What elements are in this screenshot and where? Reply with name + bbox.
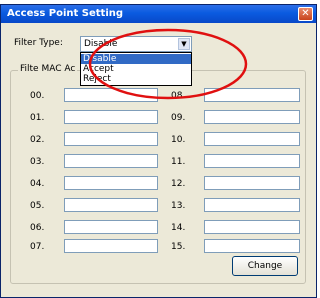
- mac-label-09: 09.: [171, 113, 186, 123]
- filter-mac-group-legend: Filte MAC Ac: [18, 64, 78, 74]
- mac-field-12[interactable]: [204, 176, 300, 190]
- mac-label-13: 13.: [171, 201, 186, 211]
- filter-type-label: Filter Type:: [14, 38, 63, 48]
- title-bar[interactable]: Access Point Setting ✕: [1, 5, 316, 23]
- mac-field-10[interactable]: [204, 132, 300, 146]
- mac-label-03: 03.: [30, 157, 45, 167]
- mac-label-00: 00.: [30, 91, 45, 101]
- chevron-down-icon[interactable]: ▼: [178, 38, 190, 50]
- mac-field-09[interactable]: [204, 110, 300, 124]
- mac-field-04[interactable]: [64, 176, 158, 190]
- mac-field-03[interactable]: [64, 154, 158, 168]
- mac-label-10: 10.: [171, 135, 186, 145]
- mac-field-05[interactable]: [64, 198, 158, 212]
- mac-label-04: 04.: [30, 179, 45, 189]
- filter-type-value: Disable: [84, 39, 118, 49]
- mac-label-14: 14.: [171, 223, 186, 233]
- mac-field-06[interactable]: [64, 220, 158, 234]
- mac-label-15: 15.: [171, 242, 186, 252]
- close-icon: ✕: [301, 8, 310, 19]
- option-accept[interactable]: Accept: [81, 64, 191, 74]
- mac-field-11[interactable]: [204, 154, 300, 168]
- mac-field-07[interactable]: [64, 239, 158, 253]
- mac-label-02: 02.: [30, 135, 45, 145]
- mac-label-08: 08.: [171, 91, 186, 101]
- mac-label-07: 07.: [30, 242, 45, 252]
- mac-label-12: 12.: [171, 179, 186, 189]
- change-button[interactable]: Change: [232, 256, 298, 276]
- mac-field-02[interactable]: [64, 132, 158, 146]
- mac-field-00[interactable]: [64, 88, 158, 102]
- mac-field-13[interactable]: [204, 198, 300, 212]
- close-button[interactable]: ✕: [298, 7, 313, 21]
- mac-label-01: 01.: [30, 113, 45, 123]
- window-title: Access Point Setting: [7, 8, 124, 19]
- mac-field-08[interactable]: [204, 88, 300, 102]
- filter-type-select[interactable]: Disable ▼: [80, 36, 192, 52]
- mac-field-15[interactable]: [204, 239, 300, 253]
- option-disable[interactable]: Disable: [81, 54, 191, 64]
- mac-label-11: 11.: [171, 157, 186, 167]
- mac-label-06: 06.: [30, 223, 45, 233]
- filter-type-dropdown: Disable Accept Reject: [80, 52, 192, 86]
- option-reject[interactable]: Reject: [81, 74, 191, 84]
- mac-field-01[interactable]: [64, 110, 158, 124]
- mac-field-14[interactable]: [204, 220, 300, 234]
- mac-label-05: 05.: [30, 201, 45, 211]
